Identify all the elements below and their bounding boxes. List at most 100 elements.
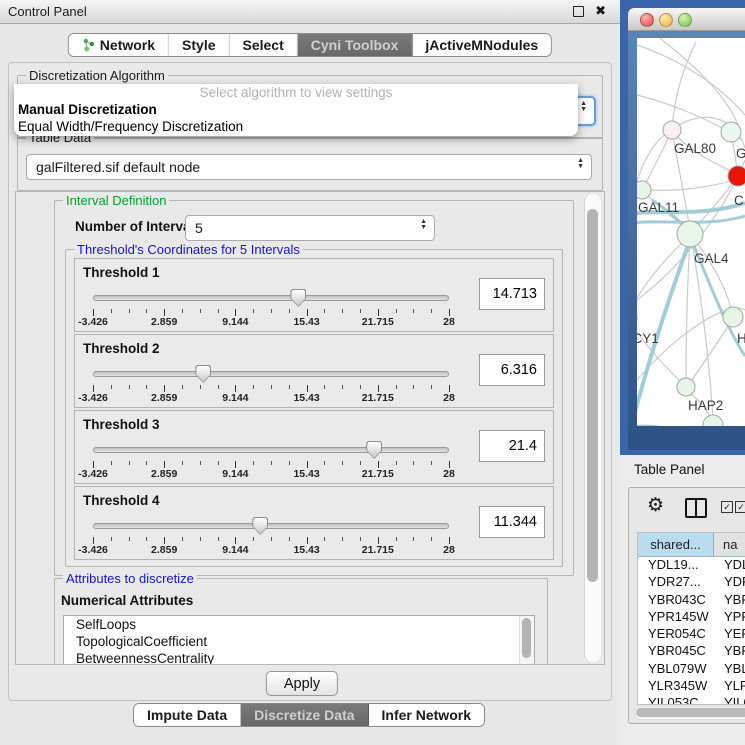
table-cell[interactable]: YBR045C: [638, 643, 714, 660]
zoom-traffic-light-icon[interactable]: [678, 13, 692, 27]
table-cell[interactable]: YIL0: [714, 695, 745, 705]
settings-panel-scrollbar[interactable]: [584, 194, 601, 662]
table-cell[interactable]: YBR043C: [638, 592, 714, 609]
table-row[interactable]: YBR043CYBR0: [638, 592, 745, 609]
slider-tick: [431, 309, 432, 313]
network-edge[interactable]: [637, 236, 689, 312]
table-cell[interactable]: YLR345W: [638, 678, 714, 695]
tab-jactivemnodules[interactable]: jActiveMNodules: [412, 34, 551, 56]
float-icon[interactable]: [573, 6, 584, 17]
split-view-icon[interactable]: [685, 498, 707, 518]
table-cell[interactable]: YBR0: [714, 643, 745, 660]
table-cell[interactable]: YIL053C: [638, 695, 714, 705]
network-edge[interactable]: [637, 45, 745, 115]
table-cell[interactable]: YBL0: [714, 661, 745, 678]
table-cell[interactable]: YER0: [714, 626, 745, 643]
slider-thumb[interactable]: [252, 517, 268, 535]
bottom-tab-impute-data[interactable]: Impute Data: [134, 704, 241, 726]
table-cell[interactable]: YDR2: [714, 574, 745, 591]
gear-icon[interactable]: ⚙: [647, 494, 664, 517]
dropdown-option-equal-width[interactable]: Equal Width/Frequency Discretization: [14, 118, 578, 135]
bottom-tab-infer-network[interactable]: Infer Network: [369, 704, 484, 726]
network-node[interactable]: [677, 221, 703, 247]
table-cell[interactable]: YDL19...: [638, 557, 714, 574]
table-row[interactable]: YLR345WYLR3: [638, 678, 745, 695]
table-cell[interactable]: YER054C: [638, 626, 714, 643]
minimize-traffic-light-icon[interactable]: [659, 13, 673, 27]
table-cell[interactable]: YDR27...: [638, 574, 714, 591]
apply-button[interactable]: Apply: [266, 671, 338, 696]
attribute-list-item[interactable]: BetweennessCentrality: [64, 650, 534, 665]
column-header-name[interactable]: na: [714, 533, 745, 556]
slider-track[interactable]: [93, 295, 449, 301]
slider-track[interactable]: [93, 447, 449, 453]
table-cell[interactable]: YBL079W: [638, 661, 714, 678]
number-of-intervals-combobox[interactable]: 5 ▲▼: [185, 215, 435, 241]
dropdown-option-manual[interactable]: Manual Discretization: [14, 101, 578, 118]
threshold-slider[interactable]: -3.4262.8599.14415.4321.71528: [93, 361, 449, 405]
network-node[interactable]: [728, 166, 745, 186]
table-cell[interactable]: YPR1: [714, 609, 745, 626]
threshold-value-field[interactable]: [479, 430, 545, 462]
network-node[interactable]: [637, 181, 651, 199]
table-row[interactable]: YPR145WYPR1: [638, 609, 745, 626]
slider-tick: [289, 309, 290, 313]
network-edge[interactable]: [644, 130, 672, 188]
tab-cyni-toolbox[interactable]: Cyni Toolbox: [298, 34, 413, 56]
network-node[interactable]: [703, 415, 723, 426]
control-panel-titlebar: Control Panel ✖: [0, 0, 620, 24]
network-edge[interactable]: [660, 38, 740, 130]
network-edge[interactable]: [686, 238, 690, 384]
close-traffic-light-icon[interactable]: [640, 13, 654, 27]
tab-network[interactable]: Network: [69, 34, 169, 56]
table-cell[interactable]: YPR145W: [638, 609, 714, 626]
threshold-value-field[interactable]: [479, 354, 545, 386]
network-node[interactable]: [723, 307, 743, 327]
threshold-slider[interactable]: -3.4262.8599.14415.4321.71528: [93, 437, 449, 481]
interval-definition-title: Interval Definition: [63, 193, 169, 208]
slider-thumb[interactable]: [290, 289, 306, 307]
slider-thumb[interactable]: [366, 441, 382, 459]
network-node[interactable]: [721, 122, 741, 142]
close-icon[interactable]: ✖: [595, 3, 606, 19]
network-edge[interactable]: [637, 130, 672, 310]
column-header-shared[interactable]: shared...: [638, 533, 714, 556]
bottom-tab-discretize-data[interactable]: Discretize Data: [241, 704, 368, 726]
network-edge[interactable]: [672, 42, 696, 130]
attribute-list-item[interactable]: SelfLoops: [64, 616, 534, 633]
table-row[interactable]: YDL19...YDL1: [638, 557, 745, 574]
network-window-titlebar[interactable]: [628, 8, 745, 31]
numerical-attributes-list[interactable]: SelfLoopsTopologicalCoefficientBetweenne…: [63, 615, 535, 665]
checkbox-icon[interactable]: ✓: [735, 501, 745, 513]
tab-select[interactable]: Select: [230, 34, 298, 56]
tab-style[interactable]: Style: [169, 34, 229, 56]
table-cell[interactable]: YLR3: [714, 678, 745, 695]
checkbox-icon[interactable]: ✓: [721, 501, 733, 513]
threshold-value-field[interactable]: [479, 278, 545, 310]
network-edge[interactable]: [689, 320, 732, 384]
threshold-slider[interactable]: -3.4262.8599.14415.4321.71528: [93, 513, 449, 557]
slider-thumb[interactable]: [195, 365, 211, 383]
slider-track[interactable]: [93, 523, 449, 529]
table-data-combobox[interactable]: galFiltered.sif default node ▲▼: [26, 154, 592, 180]
table-row[interactable]: YBL079WYBL0: [638, 661, 745, 678]
table-row[interactable]: YBR045CYBR0: [638, 643, 745, 660]
network-graph: GAL80GACGAL11GAL4GCY1HHAP2: [637, 38, 745, 426]
slider-tick: [342, 537, 343, 541]
table-row[interactable]: YDR27...YDR2: [638, 574, 745, 591]
attribute-list-item[interactable]: TopologicalCoefficient: [64, 633, 534, 650]
table-row[interactable]: YIL053CYIL0: [638, 695, 745, 705]
attributes-list-scrollbar[interactable]: [519, 616, 534, 665]
slider-track[interactable]: [93, 371, 449, 377]
network-canvas[interactable]: GAL80GACGAL11GAL4GCY1HHAP2: [637, 38, 745, 426]
network-node[interactable]: [677, 378, 695, 396]
threshold-value-field[interactable]: [479, 506, 545, 538]
table-cell[interactable]: YDL1: [714, 557, 745, 574]
network-node[interactable]: [663, 121, 681, 139]
table-horizontal-scrollbar[interactable]: [634, 706, 745, 720]
threshold-slider[interactable]: -3.4262.8599.14415.4321.71528: [93, 285, 449, 329]
network-edge[interactable]: [692, 236, 732, 312]
table-cell[interactable]: YBR0: [714, 592, 745, 609]
table-row[interactable]: YER054CYER0: [638, 626, 745, 643]
algorithm-placeholder: Select algorithm to view settings: [14, 84, 578, 101]
